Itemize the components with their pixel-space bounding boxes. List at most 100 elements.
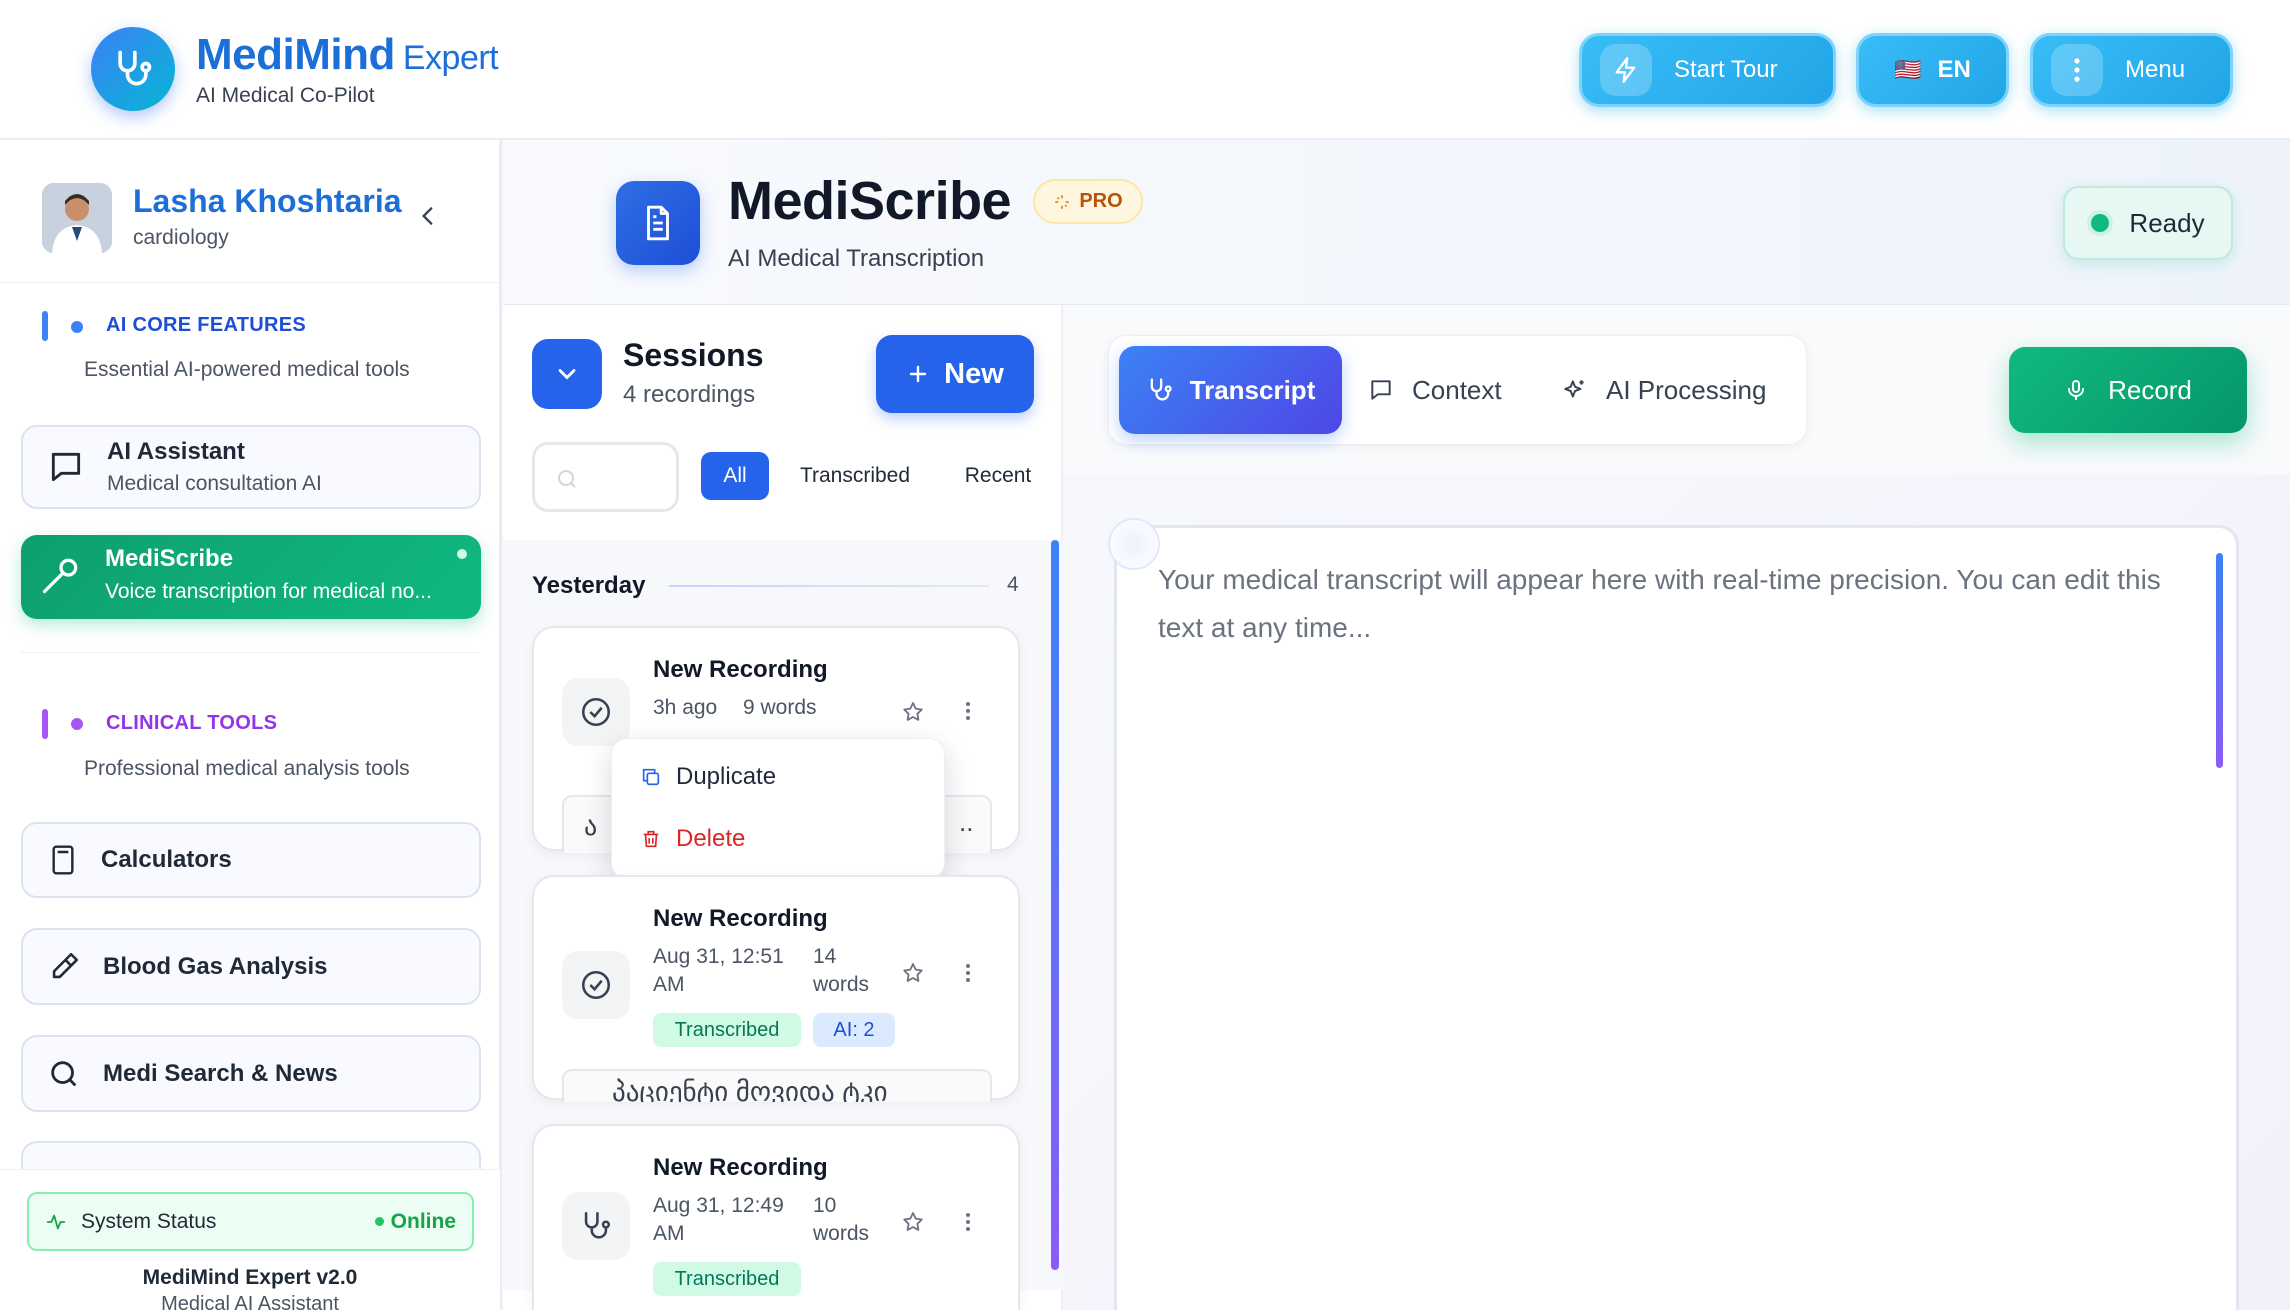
- microphone-icon: [2064, 378, 2088, 402]
- search-icon: [47, 1057, 81, 1091]
- preview-text: პაციენტი მოვიდა ტკი: [612, 1077, 888, 1102]
- sidebar-item-partial[interactable]: [21, 1141, 481, 1171]
- session-words-line1: 10: [813, 1194, 837, 1217]
- transcript-placeholder: Your medical transcript will appear here…: [1158, 564, 2161, 643]
- tab-ai-processing[interactable]: AI Processing: [1562, 346, 1792, 434]
- sidebar-item-title: MediScribe: [105, 545, 234, 572]
- sidebar-item-title: Medi Search & News: [103, 1059, 338, 1087]
- sidebar-item-mediscribe[interactable]: MediScribe Voice transcription for medic…: [21, 535, 481, 619]
- sidebar-item-subtitle: Medical consultation AI: [107, 472, 322, 495]
- stethoscope-logo-icon[interactable]: [91, 27, 175, 111]
- ready-dot: [2091, 214, 2110, 232]
- brand-tagline: AI Medical Co-Pilot: [196, 84, 375, 107]
- pro-label: PRO: [1079, 190, 1123, 212]
- new-session-button[interactable]: New: [876, 335, 1034, 413]
- star-icon[interactable]: [901, 700, 925, 724]
- session-title: New Recording: [653, 656, 828, 683]
- start-tour-label: Start Tour: [1674, 56, 1778, 83]
- tab-label: AI Processing: [1606, 374, 1767, 405]
- version-label: MediMind Expert v2.0: [142, 1266, 358, 1289]
- session-words-line1: 14: [813, 945, 837, 968]
- section-desc-ai-core: Essential AI-powered medical tools: [84, 358, 410, 381]
- star-icon[interactable]: [901, 961, 925, 985]
- sidebar-item-medi-search[interactable]: Medi Search & News: [21, 1035, 481, 1112]
- section-dot: [71, 321, 83, 333]
- transcribed-badge: Transcribed: [653, 1013, 801, 1047]
- section-desc-clinical: Professional medical analysis tools: [84, 757, 410, 780]
- session-time-line2: AM: [653, 973, 685, 996]
- sidebar-item-title: Calculators: [101, 846, 232, 873]
- brand-suffix: Expert: [402, 39, 499, 77]
- more-vertical-icon[interactable]: [965, 1212, 971, 1232]
- session-title: New Recording: [653, 905, 828, 932]
- system-status: System Status Online: [27, 1192, 474, 1251]
- session-words-line2: words: [813, 973, 870, 996]
- section-title-ai-core: AI CORE FEATURES: [106, 314, 306, 336]
- section-dot: [71, 718, 83, 730]
- section-accent-bar: [42, 311, 48, 341]
- sparkles-icon: [1562, 377, 1588, 403]
- preview-text-end: ..: [959, 807, 974, 837]
- session-card[interactable]: New Recording Aug 31, 12:49 AM 10 words …: [532, 1124, 1020, 1310]
- delete-label: Delete: [676, 825, 746, 852]
- collapse-sessions-chevron-down-icon[interactable]: [532, 339, 602, 409]
- tab-transcript[interactable]: Transcript: [1119, 346, 1342, 434]
- section-title-clinical: CLINICAL TOOLS: [106, 712, 278, 734]
- session-context-menu: Duplicate Delete: [611, 738, 945, 879]
- check-circle-icon: [562, 678, 630, 746]
- tab-label: Transcript: [1189, 374, 1316, 405]
- user-avatar[interactable]: [42, 183, 112, 253]
- duplicate-menu-item[interactable]: Duplicate: [640, 763, 776, 791]
- sessions-scrollbar[interactable]: [1051, 540, 1059, 1270]
- page-title: MediScribe: [728, 171, 1012, 231]
- record-button[interactable]: Record: [2009, 347, 2247, 433]
- session-time-line1: Aug 31, 12:49: [653, 1194, 784, 1217]
- sessions-count: 4 recordings: [623, 381, 756, 408]
- preview-text-start: ა: [584, 811, 598, 841]
- sidebar-item-title: Blood Gas Analysis: [103, 952, 328, 980]
- document-icon: [616, 181, 700, 265]
- language-button[interactable]: 🇺🇸 EN: [1856, 33, 2009, 107]
- search-icon: [555, 467, 579, 491]
- lightning-icon: [1600, 44, 1652, 96]
- editor-scrollbar[interactable]: [2216, 553, 2223, 768]
- sidebar-item-blood-gas[interactable]: Blood Gas Analysis: [21, 928, 481, 1005]
- brand-name: MediMind Expert: [196, 30, 499, 79]
- active-indicator-dot: [457, 549, 467, 559]
- delete-menu-item[interactable]: Delete: [640, 825, 745, 853]
- ai-count-badge: AI: 2: [813, 1013, 895, 1047]
- menu-button[interactable]: Menu: [2030, 33, 2233, 107]
- session-words-line2: words: [813, 1222, 870, 1245]
- sparkles-icon: [1053, 193, 1071, 211]
- filter-recent[interactable]: Recent: [948, 452, 1048, 500]
- stethoscope-icon: [39, 553, 83, 597]
- session-search-input[interactable]: [532, 442, 679, 512]
- sidebar-item-ai-assistant[interactable]: AI Assistant Medical consultation AI: [21, 425, 481, 509]
- collapse-sidebar-chevron-left-icon[interactable]: [415, 203, 441, 229]
- status-online: Online: [374, 1210, 456, 1234]
- session-card[interactable]: New Recording Aug 31, 12:51 AM 14 words …: [532, 875, 1020, 1102]
- filter-all[interactable]: All: [701, 452, 769, 500]
- stethoscope-icon: [562, 1192, 630, 1260]
- group-divider: [669, 585, 989, 587]
- tab-context[interactable]: Context: [1368, 346, 1518, 434]
- sidebar-item-subtitle: Voice transcription for medical no...: [105, 580, 432, 603]
- star-icon[interactable]: [901, 1210, 925, 1234]
- sidebar-item-calculators[interactable]: Calculators: [21, 822, 481, 898]
- plus-icon: [906, 362, 930, 386]
- user-specialty: cardiology: [133, 226, 229, 249]
- session-time: 3h ago: [653, 696, 718, 719]
- transcribed-badge: Transcribed: [653, 1262, 801, 1296]
- ready-status: Ready: [2063, 186, 2233, 260]
- chat-bubble-icon: [47, 448, 85, 486]
- ready-label: Ready: [2129, 207, 2205, 238]
- duplicate-label: Duplicate: [676, 763, 777, 790]
- calculator-icon: [47, 844, 79, 876]
- filter-transcribed[interactable]: Transcribed: [785, 452, 925, 500]
- editor-corner-ornament: [1108, 518, 1160, 570]
- page-subtitle: AI Medical Transcription: [728, 245, 985, 272]
- language-code: EN: [1937, 56, 1971, 83]
- more-vertical-icon[interactable]: [965, 963, 971, 983]
- start-tour-button[interactable]: Start Tour: [1579, 33, 1836, 107]
- more-vertical-icon[interactable]: [965, 701, 971, 721]
